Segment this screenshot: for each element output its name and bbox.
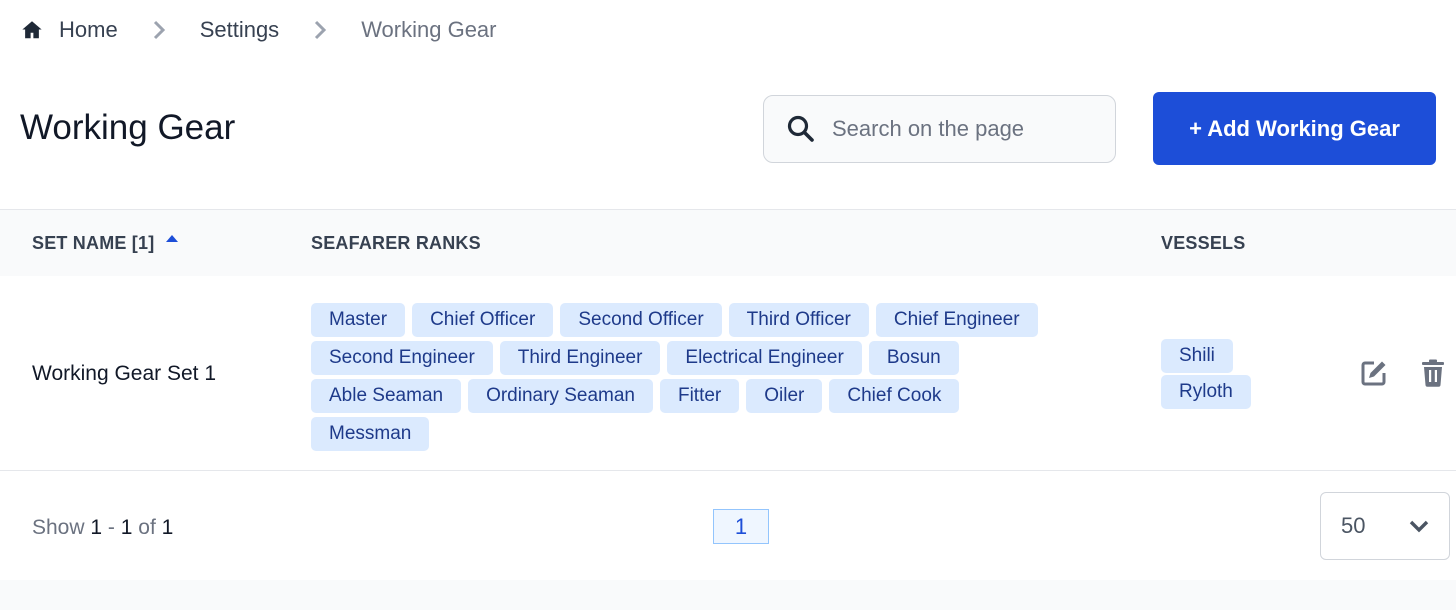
chevron-down-icon (1409, 520, 1429, 533)
column-header-vessels[interactable]: VESSELS (1161, 233, 1245, 254)
rank-tag: Bosun (868, 341, 959, 375)
vessels-list: Shili Ryloth (1161, 339, 1271, 409)
rank-tag: Fitter (659, 379, 740, 413)
edit-icon[interactable] (1360, 359, 1388, 387)
search-input[interactable] (832, 116, 1092, 142)
rank-tag: Able Seaman (311, 379, 462, 413)
rank-tag: Ordinary Seaman (468, 379, 653, 413)
rank-tag: Messman (311, 417, 430, 451)
page-bottom (0, 580, 1456, 610)
rank-tag: Third Officer (728, 303, 869, 337)
rank-tag: Chief Officer (412, 303, 554, 337)
page-size-value: 50 (1341, 513, 1366, 538)
total-count: 1 (161, 516, 174, 539)
rank-tag: Electrical Engineer (667, 341, 862, 375)
rank-tag: Second Engineer (311, 341, 493, 375)
breadcrumb-current: Working Gear (361, 17, 497, 42)
show-label: Show (32, 516, 85, 539)
rank-tag: Master (311, 303, 406, 337)
set-name-cell: Working Gear Set 1 (32, 362, 217, 385)
trash-icon[interactable] (1421, 359, 1445, 387)
sort-up-icon[interactable] (166, 234, 179, 243)
add-working-gear-button[interactable]: + Add Working Gear (1153, 92, 1436, 165)
vessel-tag: Ryloth (1161, 375, 1251, 409)
range-separator: - (107, 516, 115, 539)
of-label: of (138, 516, 156, 539)
pagination-footer: Show 1 - 1 of 1 1 50 (0, 471, 1456, 580)
chevron-right-icon (153, 20, 165, 40)
home-icon[interactable] (21, 19, 43, 41)
rank-tag: Chief Engineer (875, 303, 1038, 337)
page-size-select[interactable]: 50 (1320, 492, 1450, 560)
rank-tag: Second Officer (560, 303, 722, 337)
search-icon (787, 115, 814, 142)
table-header: SET NAME [1] SEAFARER RANKS VESSELS (0, 209, 1456, 276)
range-end: 1 (120, 516, 133, 539)
seafarer-ranks-list: Master Chief Officer Second Officer Thir… (311, 303, 1091, 451)
breadcrumb-settings[interactable]: Settings (200, 17, 280, 43)
breadcrumb-home[interactable]: Home (59, 17, 118, 43)
results-summary: Show 1 - 1 of 1 (32, 516, 173, 540)
vessel-tag: Shili (1161, 339, 1233, 373)
page-title: Working Gear (20, 108, 236, 147)
rank-tag: Oiler (746, 379, 823, 413)
range-start: 1 (90, 516, 103, 539)
breadcrumb: Home Settings Working Gear (21, 14, 497, 46)
column-header-set-name-label: SET NAME [1] (32, 233, 155, 253)
chevron-right-icon (315, 20, 327, 40)
rank-tag: Third Engineer (499, 341, 661, 375)
page-button-current[interactable]: 1 (713, 509, 769, 544)
search-box[interactable] (763, 95, 1116, 163)
column-header-set-name[interactable]: SET NAME [1] (32, 233, 179, 254)
column-header-seafarer-ranks[interactable]: SEAFARER RANKS (311, 233, 481, 254)
rank-tag: Chief Cook (829, 379, 960, 413)
table-row: Working Gear Set 1 Master Chief Officer … (0, 276, 1456, 471)
